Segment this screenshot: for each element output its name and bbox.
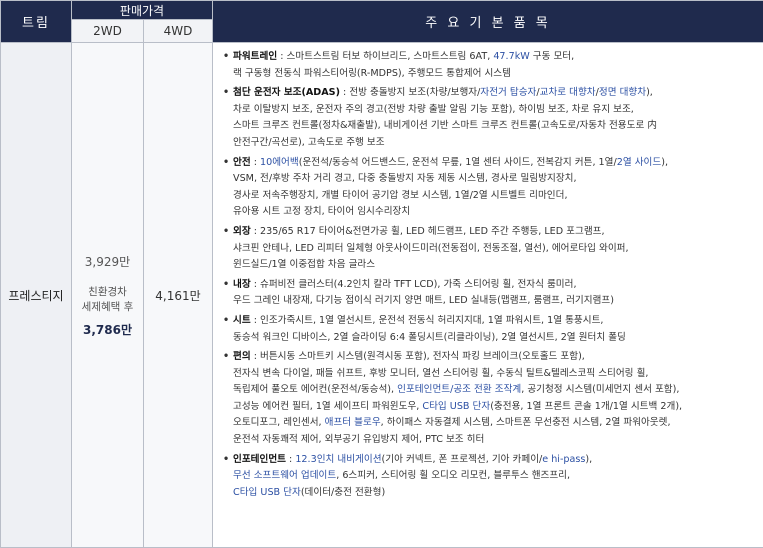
feature-text: 안전구간/곡선로), 고속도로 주행 보조 xyxy=(233,136,385,148)
eco-label-line1: 친환경차 xyxy=(88,285,127,298)
feature-text: : xyxy=(250,156,261,168)
header-trim: 트림 xyxy=(0,0,72,43)
feature-text: VSM, 전/후방 주차 거리 경고, 다중 충돌방지 자동 제동 시스템, 경… xyxy=(233,173,577,185)
feature-group-title: 안전 xyxy=(233,156,251,168)
bullet-icon: • xyxy=(223,156,230,168)
feature-group-title: 파워트레인 xyxy=(233,51,278,62)
feature-text: , 하이패스 자동결제 시스템, 스마트폰 무선충전 시스템, 2열 파워아웃렛… xyxy=(380,417,671,429)
feature-group: • 파워트레인 : 스마트스트림 터보 하이브리드, 스마트스트림 6AT, 47… xyxy=(223,49,757,82)
eco-label-line2: 세제혜택 후 xyxy=(81,300,134,313)
trim-spec-table-container: 트림 판매가격 주 요 기 본 품 목 2WD 4WD 프레스티지 3,929만… xyxy=(0,0,763,548)
price-2wd-cell: 3,929만 친환경차 세제혜택 후 3,786만 xyxy=(71,42,144,548)
feature-group: • 첨단 운전자 보조(ADAS) : 전방 충돌방지 보조(차량/보행자/자전거… xyxy=(223,85,757,151)
eco-price: 3,786만 xyxy=(83,322,132,337)
feature-text: 경사로 저속주행장치, 개별 타이어 공기압 경보 시스템, 1열/2열 시트벨… xyxy=(233,189,568,201)
feature-highlight: 자전거 탑승자 xyxy=(480,87,537,99)
feature-group-title: 내장 xyxy=(233,278,251,290)
feature-text: 구동 모터, xyxy=(529,51,575,62)
price-2wd: 3,929만 xyxy=(84,254,131,269)
feature-text: : 슈퍼비전 클러스터(4.2인치 칼라 TFT LCD), 가죽 스티어링 휠… xyxy=(250,278,577,290)
feature-group: • 외장 : 235/65 R17 타이어&전면가공 휠, LED 헤드램프, L… xyxy=(223,224,757,274)
feature-text: (데이터/충전 전환형) xyxy=(300,486,386,498)
feature-text: ), xyxy=(661,156,668,168)
bullet-icon: • xyxy=(223,453,230,465)
feature-text: 오토디포그, 레인센서, xyxy=(233,417,325,429)
feature-highlight: 교차로 대향차 xyxy=(539,87,596,99)
feature-text: (운전석/동승석 어드밴스드, 운전석 무릎, 1열 센터 사이드, 전복감지 … xyxy=(298,156,617,168)
feature-highlight: 47.7kW xyxy=(493,51,530,62)
feature-text: (기아 커넥트, 폰 프로젝션, 기아 카페이/ xyxy=(381,453,543,465)
feature-group-title: 시트 xyxy=(233,314,251,326)
bullet-icon: • xyxy=(223,351,230,363)
feature-highlight: 2열 사이드 xyxy=(616,156,662,168)
feature-group-title: 편의 xyxy=(233,351,251,363)
bullet-icon: • xyxy=(223,87,230,99)
header-price: 판매가격 xyxy=(70,0,214,20)
feature-highlight: 10에어백 xyxy=(260,156,299,168)
header-4wd: 4WD xyxy=(142,19,214,43)
feature-highlight: 12.3인치 내비게이션 xyxy=(295,453,382,465)
feature-text: 스마트 크루즈 컨트롤(정차&재출발), 내비게이션 기반 스마트 크루즈 컨트… xyxy=(233,120,657,132)
bullet-icon: • xyxy=(223,278,230,290)
feature-text: ), xyxy=(646,87,653,99)
feature-text: (충전용, 1열 프론트 콘솔 1개/1열 시트백 2개), xyxy=(490,400,683,412)
feature-text: 랙 구동형 전동식 파워스티어링(R-MDPS), 주행모드 통합제어 시스템 xyxy=(233,67,511,79)
feature-text: 전자식 변속 다이얼, 패들 쉬프트, 후방 모니터, 열선 스티어링 휠, 수… xyxy=(233,367,649,379)
bullet-icon: • xyxy=(223,51,230,62)
feature-group-title: 인포테인먼트 xyxy=(233,453,286,465)
bullet-icon: • xyxy=(223,225,230,237)
price-4wd: 4,161만 xyxy=(142,42,214,548)
trim-spec-table: 트림 판매가격 주 요 기 본 품 목 2WD 4WD 프레스티지 3,929만… xyxy=(0,0,763,548)
feature-text: 윈드실드/1열 이중접합 차음 글라스 xyxy=(233,259,376,271)
feature-text: , 6스피커, 스티어링 휠 오디오 리모컨, 블루투스 핸즈프리, xyxy=(336,470,571,482)
feature-highlight: 애프터 블로우 xyxy=(324,417,381,429)
feature-highlight: C타입 USB 단자 xyxy=(422,400,491,412)
feature-list: • 파워트레인 : 스마트스트림 터보 하이브리드, 스마트스트림 6AT, 47… xyxy=(212,42,763,548)
feature-text: ), xyxy=(585,453,593,465)
feature-highlight: 인포테인먼트/공조 전환 조작계 xyxy=(397,384,522,396)
feature-text: 고성능 에어컨 필터, 1열 세이프티 파워윈도우, xyxy=(233,400,423,412)
feature-highlight: C타입 USB 단자 xyxy=(233,486,301,498)
feature-text: : 인조가죽시트, 1열 열선시트, 운전석 전동식 허리지지대, 1열 파워시… xyxy=(250,314,604,326)
feature-text: : 스마트스트림 터보 하이브리드, 스마트스트림 6AT, xyxy=(277,51,494,62)
bullet-icon: • xyxy=(223,314,230,326)
feature-text: 유아용 시트 고정 장치, 타이어 임시수리장치 xyxy=(233,206,411,218)
header-row: 트림 판매가격 주 요 기 본 품 목 xyxy=(0,0,763,43)
feature-text: 우드 그레인 내장재, 다기능 접이식 러기지 양면 매트, LED 실내등(맵… xyxy=(233,295,614,307)
feature-highlight: 무선 소프트웨어 업데이트 xyxy=(233,470,337,482)
feature-text: : 전방 충돌방지 보조(차량/보행자/ xyxy=(339,87,481,99)
feature-text: 독립제어 풀오토 에어컨(운전석/동승석), xyxy=(233,384,398,396)
feature-highlight: 정면 대향차 xyxy=(598,87,647,99)
feature-highlight: e hi-pass xyxy=(542,453,586,465)
feature-group: • 내장 : 슈퍼비전 클러스터(4.2인치 칼라 TFT LCD), 가죽 스티… xyxy=(223,277,757,310)
trim-name: 프레스티지 xyxy=(0,42,72,548)
feature-group-title: 외장 xyxy=(233,225,251,237)
feature-text: 샤크핀 안테나, LED 리피터 일체형 아웃사이드미러(전동접이, 전동조절,… xyxy=(233,242,629,254)
feature-text: 동승석 워크인 디바이스, 2열 슬라이딩 6:4 폴딩시트(리클라이닝), 2… xyxy=(233,331,626,343)
feature-text: 운전석 자동쾌적 제어, 외부공기 유입방지 제어, PTC 보조 히터 xyxy=(233,434,485,446)
feature-text: , 공기청정 시스템(미세먼지 센서 포함), xyxy=(521,384,680,396)
feature-text: 차로 이탈방지 보조, 운전자 주의 경고(전방 차량 출발 알림 기능 포함)… xyxy=(233,103,634,115)
feature-text: : 235/65 R17 타이어&전면가공 휠, LED 헤드램프, LED 주… xyxy=(250,225,605,237)
feature-text: : 버튼시동 스마트키 시스템(원격시동 포함), 전자식 파킹 브레이크(오토… xyxy=(250,351,585,363)
feature-group: • 편의 : 버튼시동 스마트키 시스템(원격시동 포함), 전자식 파킹 브레이… xyxy=(223,349,757,449)
feature-group: • 안전 : 10에어백(운전석/동승석 어드밴스드, 운전석 무릎, 1열 센터… xyxy=(223,155,757,221)
header-2wd: 2WD xyxy=(71,19,144,43)
trim-row: 프레스티지 3,929만 친환경차 세제혜택 후 3,786만 4,161만 •… xyxy=(0,42,763,548)
feature-group-title: 첨단 운전자 보조(ADAS) xyxy=(233,87,340,99)
header-items: 주 요 기 본 품 목 xyxy=(212,0,763,43)
feature-group: • 시트 : 인조가죽시트, 1열 열선시트, 운전석 전동식 허리지지대, 1열… xyxy=(223,313,757,346)
feature-group: • 인포테인먼트 : 12.3인치 내비게이션(기아 커넥트, 폰 프로젝션, 기… xyxy=(223,452,757,502)
feature-text: : xyxy=(285,453,296,465)
